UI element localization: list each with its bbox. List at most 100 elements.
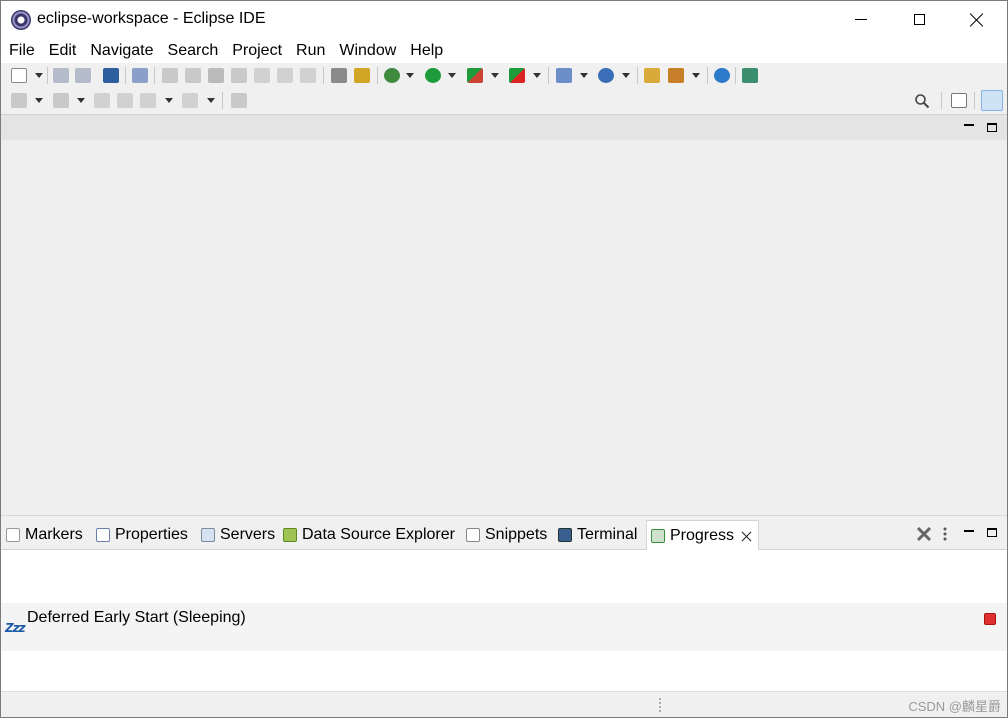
open-task-dropdown-icon[interactable] bbox=[692, 73, 700, 78]
new-java-project-dropdown-icon[interactable] bbox=[580, 73, 588, 78]
forward-dropdown-icon[interactable] bbox=[207, 98, 215, 103]
menu-help[interactable]: Help bbox=[410, 38, 443, 63]
save-icon[interactable] bbox=[53, 68, 69, 83]
toolbar-separator bbox=[125, 67, 126, 84]
open-task-icon[interactable] bbox=[668, 68, 684, 83]
minimize-icon bbox=[855, 19, 867, 20]
coverage-dropdown-icon[interactable] bbox=[491, 73, 499, 78]
previous-annotation-dropdown-icon[interactable] bbox=[77, 98, 85, 103]
tab-servers[interactable]: Servers bbox=[201, 521, 275, 549]
disconnect-icon[interactable] bbox=[231, 68, 247, 83]
resume-icon[interactable] bbox=[162, 68, 178, 83]
new-dropdown-icon[interactable] bbox=[35, 73, 43, 78]
next-annotation-icon[interactable] bbox=[11, 93, 27, 108]
progress-job-row[interactable]: Zzz Deferred Early Start (Sleeping) bbox=[1, 603, 1007, 651]
toolbar-separator bbox=[47, 67, 48, 84]
cancel-job-button[interactable] bbox=[984, 613, 996, 625]
new-class-dropdown-icon[interactable] bbox=[622, 73, 630, 78]
watermark: CSDN @麟星爵 bbox=[908, 699, 1001, 714]
back-icon[interactable] bbox=[140, 93, 156, 108]
tab-label: Data Source Explorer bbox=[302, 526, 455, 543]
step-into-icon[interactable] bbox=[254, 68, 270, 83]
open-perspective-icon[interactable] bbox=[951, 93, 967, 108]
progress-icon bbox=[651, 528, 665, 543]
run-icon[interactable] bbox=[425, 68, 441, 83]
toolbar-separator bbox=[974, 92, 975, 109]
editor-area[interactable] bbox=[1, 140, 1007, 516]
remove-all-finished-icon[interactable] bbox=[915, 525, 933, 543]
window-title: eclipse-workspace - Eclipse IDE bbox=[37, 10, 266, 27]
debug-icon[interactable] bbox=[384, 68, 400, 83]
tab-label: Terminal bbox=[577, 526, 638, 543]
toolbar-separator bbox=[377, 67, 378, 84]
menu-file[interactable]: File bbox=[9, 38, 35, 63]
maximize-button[interactable] bbox=[891, 1, 947, 38]
terminate-icon[interactable] bbox=[208, 68, 224, 83]
toolbar-separator bbox=[154, 67, 155, 84]
tab-data-source-explorer[interactable]: Data Source Explorer bbox=[283, 521, 455, 549]
coverage-icon[interactable] bbox=[467, 68, 483, 83]
tab-markers[interactable]: Markers bbox=[6, 521, 83, 549]
tab-label: Servers bbox=[220, 526, 276, 543]
tab-snippets[interactable]: Snippets bbox=[466, 521, 547, 549]
last-edit-forward-icon[interactable] bbox=[117, 93, 133, 108]
minimize-editor-icon[interactable] bbox=[964, 124, 974, 126]
close-tab-icon[interactable] bbox=[742, 531, 752, 541]
menu-project[interactable]: Project bbox=[232, 38, 282, 63]
close-button[interactable] bbox=[949, 1, 1005, 38]
tab-progress[interactable]: Progress bbox=[646, 520, 760, 550]
menu-search[interactable]: Search bbox=[168, 38, 219, 63]
external-tools-icon[interactable] bbox=[509, 68, 525, 83]
run-dropdown-icon[interactable] bbox=[448, 73, 456, 78]
new-java-project-icon[interactable] bbox=[556, 68, 572, 83]
tab-terminal[interactable]: Terminal bbox=[558, 521, 637, 549]
maximize-panel-icon[interactable] bbox=[987, 528, 997, 537]
save-all-icon[interactable] bbox=[75, 68, 91, 83]
new-class-icon[interactable] bbox=[598, 68, 614, 83]
minimize-panel-icon[interactable] bbox=[964, 530, 974, 532]
snippets-icon bbox=[466, 528, 480, 542]
forward-icon[interactable] bbox=[182, 93, 198, 108]
toolbar-separator bbox=[941, 92, 942, 109]
browser-icon[interactable] bbox=[714, 68, 730, 83]
step-over-icon[interactable] bbox=[277, 68, 293, 83]
open-console-icon[interactable] bbox=[103, 68, 119, 83]
menu-edit[interactable]: Edit bbox=[49, 38, 77, 63]
back-dropdown-icon[interactable] bbox=[165, 98, 173, 103]
markers-icon bbox=[6, 528, 20, 542]
tab-label: Properties bbox=[115, 526, 188, 543]
job-label: Deferred Early Start (Sleeping) bbox=[27, 609, 246, 626]
last-edit-icon[interactable] bbox=[94, 93, 110, 108]
close-icon bbox=[970, 13, 984, 27]
tab-label: Markers bbox=[25, 526, 83, 543]
minimize-button[interactable] bbox=[833, 1, 889, 38]
pin-editor-icon[interactable] bbox=[231, 93, 247, 108]
toolbar-separator bbox=[707, 67, 708, 84]
next-annotation-dropdown-icon[interactable] bbox=[35, 98, 43, 103]
main-toolbar bbox=[1, 63, 1007, 88]
menu-navigate[interactable]: Navigate bbox=[90, 38, 153, 63]
toolbar-separator bbox=[637, 67, 638, 84]
tab-properties[interactable]: Properties bbox=[96, 521, 188, 549]
view-menu-icon[interactable] bbox=[942, 525, 948, 543]
search-icon[interactable] bbox=[914, 93, 930, 109]
servers-icon bbox=[201, 528, 215, 542]
open-type-icon[interactable] bbox=[644, 68, 660, 83]
new-wizard-icon[interactable] bbox=[11, 68, 27, 83]
java-ee-perspective-icon[interactable] bbox=[981, 90, 1003, 111]
use-step-filters-icon[interactable] bbox=[331, 68, 347, 83]
editor-area-header bbox=[1, 114, 1007, 140]
previous-annotation-icon[interactable] bbox=[53, 93, 69, 108]
toggle-breakpoint-icon[interactable] bbox=[354, 68, 370, 83]
status-bar: CSDN @麟星爵 bbox=[1, 691, 1007, 717]
menu-window[interactable]: Window bbox=[339, 38, 396, 63]
external-tools-dropdown-icon[interactable] bbox=[533, 73, 541, 78]
ant-icon[interactable] bbox=[742, 68, 758, 83]
maximize-editor-icon[interactable] bbox=[987, 123, 997, 132]
suspend-icon[interactable] bbox=[185, 68, 201, 83]
menu-run[interactable]: Run bbox=[296, 38, 325, 63]
step-return-icon[interactable] bbox=[300, 68, 316, 83]
debug-dropdown-icon[interactable] bbox=[406, 73, 414, 78]
skip-breakpoints-icon[interactable] bbox=[132, 68, 148, 83]
eclipse-logo-icon bbox=[11, 10, 31, 30]
